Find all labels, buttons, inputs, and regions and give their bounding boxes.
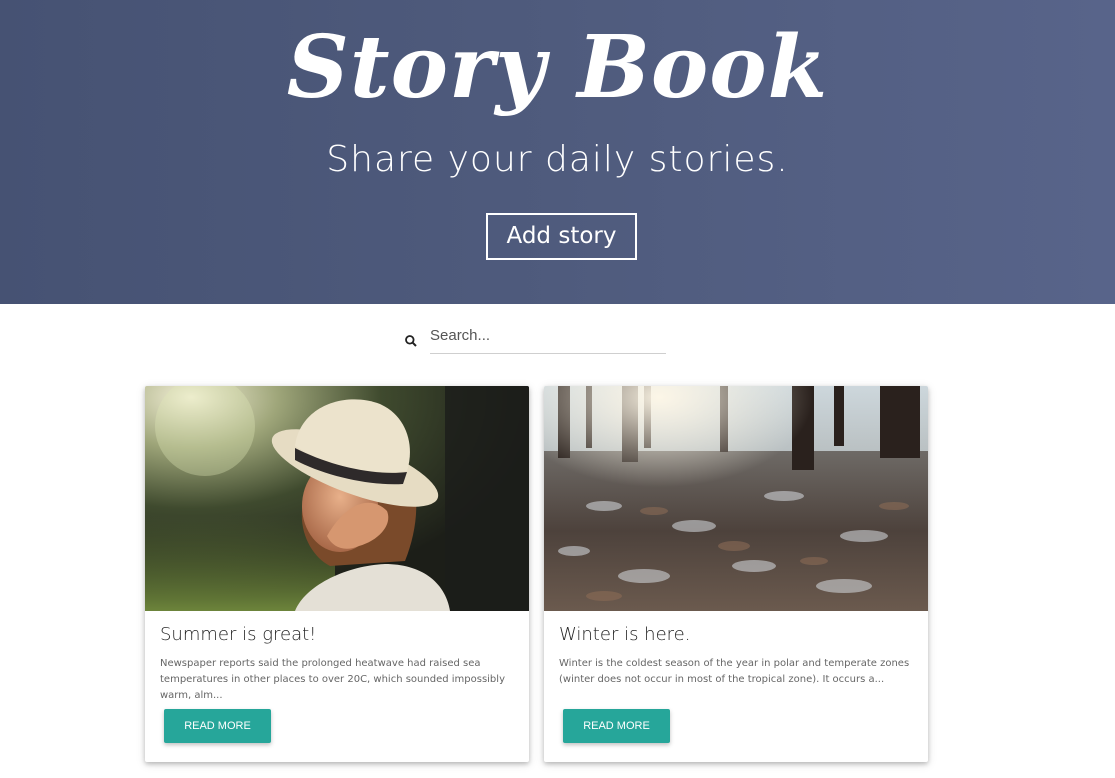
app-title: Story Book xyxy=(286,17,829,118)
hero-banner: Story Book Share your daily stories. Add… xyxy=(0,0,1115,304)
story-title: Winter is here. xyxy=(559,624,691,645)
story-image xyxy=(145,386,529,611)
app-subtitle: Share your daily stories. xyxy=(326,139,789,180)
read-more-button[interactable]: READ MORE xyxy=(164,709,271,743)
story-card: Summer is great! Newspaper reports said … xyxy=(145,386,529,762)
story-excerpt: Winter is the coldest season of the year… xyxy=(559,658,910,685)
search-bar xyxy=(404,322,666,354)
read-more-button[interactable]: READ MORE xyxy=(563,709,670,743)
add-story-button[interactable]: Add story xyxy=(486,213,637,260)
story-card: Winter is here. Winter is the coldest se… xyxy=(544,386,928,762)
search-icon[interactable] xyxy=(404,334,418,348)
story-excerpt: Newspaper reports said the prolonged hea… xyxy=(160,658,505,701)
story-title: Summer is great! xyxy=(160,624,317,645)
story-image xyxy=(544,386,928,611)
search-input[interactable] xyxy=(430,322,666,354)
